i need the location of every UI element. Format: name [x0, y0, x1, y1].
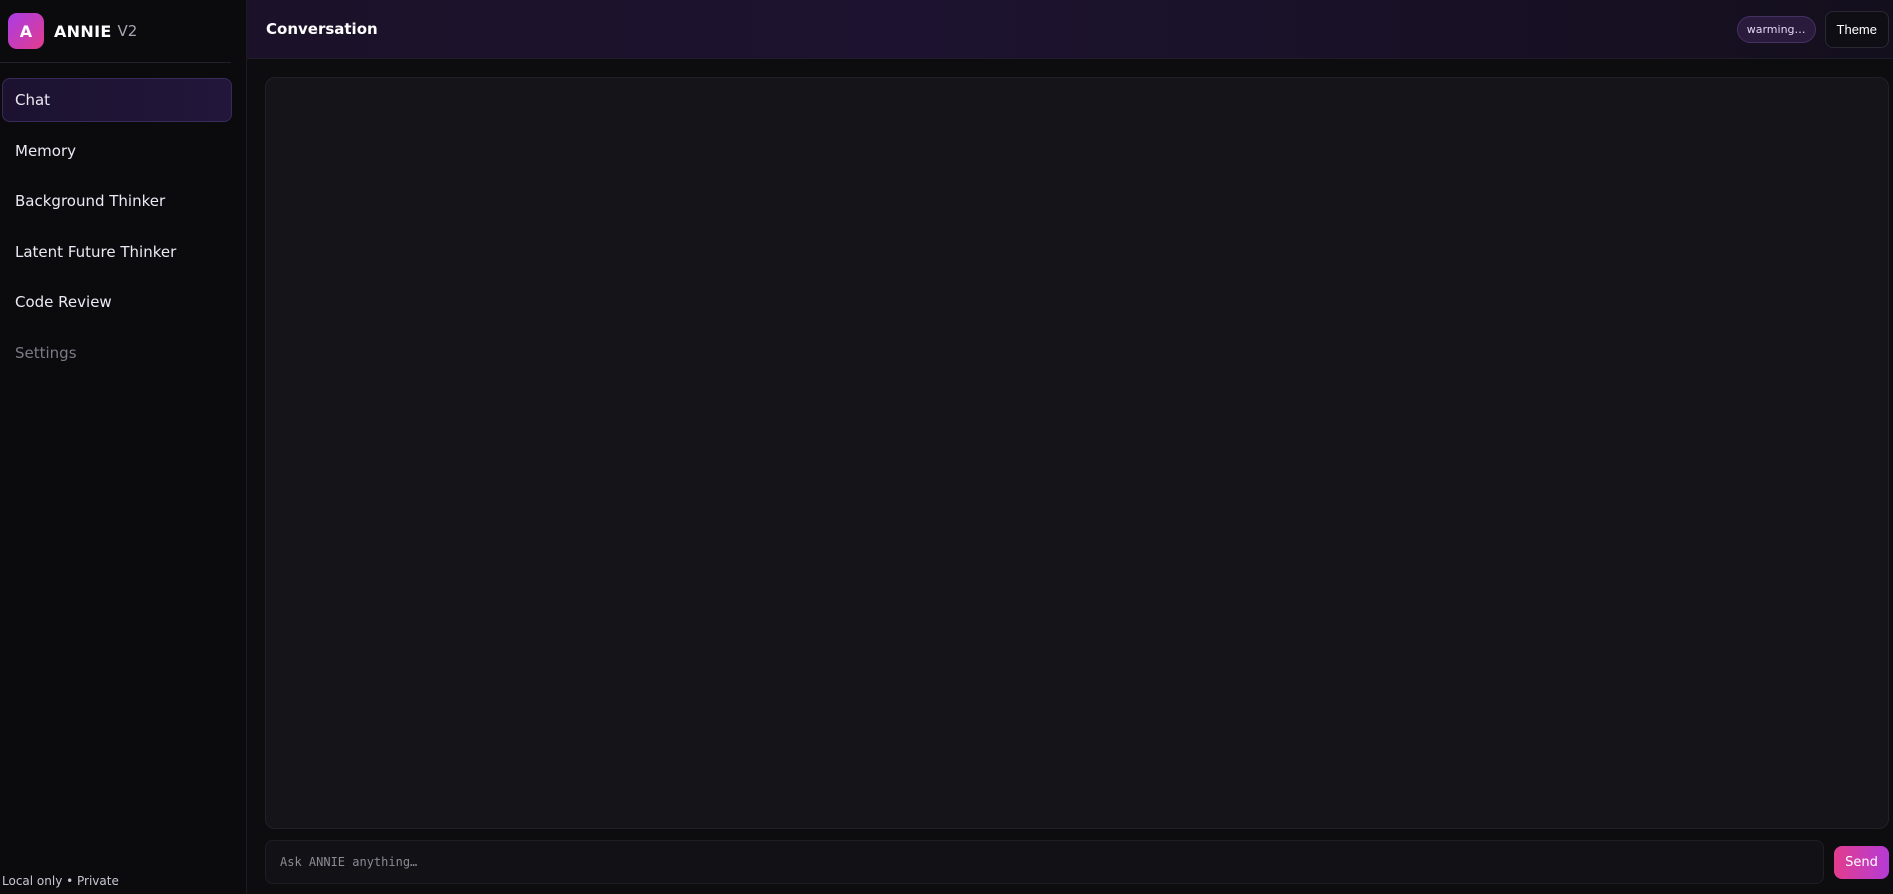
sidebar-item-chat[interactable]: Chat [2, 78, 232, 122]
composer: Send [265, 840, 1889, 884]
brand-version: V2 [117, 22, 138, 40]
page-title: Conversation [266, 20, 378, 38]
logo-icon: A [8, 13, 44, 49]
sidebar-item-latent-future-thinker[interactable]: Latent Future Thinker [2, 230, 232, 274]
main-panel: Conversation warming… Theme Send [247, 0, 1893, 894]
header-actions: warming… Theme [1736, 10, 1889, 48]
sidebar-nav: Chat Memory Background Thinker Latent Fu… [0, 63, 246, 375]
header: Conversation warming… Theme [247, 0, 1893, 59]
message-input[interactable] [265, 840, 1824, 884]
sidebar-item-label: Code Review [15, 293, 112, 311]
theme-button[interactable]: Theme [1824, 10, 1889, 48]
status-badge: warming… [1736, 15, 1816, 43]
sidebar: A ANNIE V2 Chat Memory Background Thinke… [0, 0, 247, 894]
sidebar-item-label: Settings [15, 343, 77, 362]
sidebar-item-background-thinker[interactable]: Background Thinker [2, 179, 232, 223]
sidebar-item-memory[interactable]: Memory [2, 129, 232, 173]
brand: A ANNIE V2 [0, 0, 231, 63]
brand-name: ANNIE [54, 21, 112, 41]
sidebar-item-settings[interactable]: Settings [2, 331, 232, 375]
sidebar-item-label: Memory [15, 141, 77, 160]
sidebar-footer-note: Local only • Private [2, 874, 119, 888]
conversation-area[interactable] [265, 77, 1889, 829]
sidebar-item-label: Latent Future Thinker [15, 242, 177, 261]
sidebar-item-label: Chat [15, 91, 51, 109]
app-root: A ANNIE V2 Chat Memory Background Thinke… [0, 0, 1893, 894]
send-button[interactable]: Send [1834, 845, 1889, 879]
sidebar-item-label: Background Thinker [15, 192, 166, 210]
sidebar-item-code-review[interactable]: Code Review [2, 280, 232, 324]
